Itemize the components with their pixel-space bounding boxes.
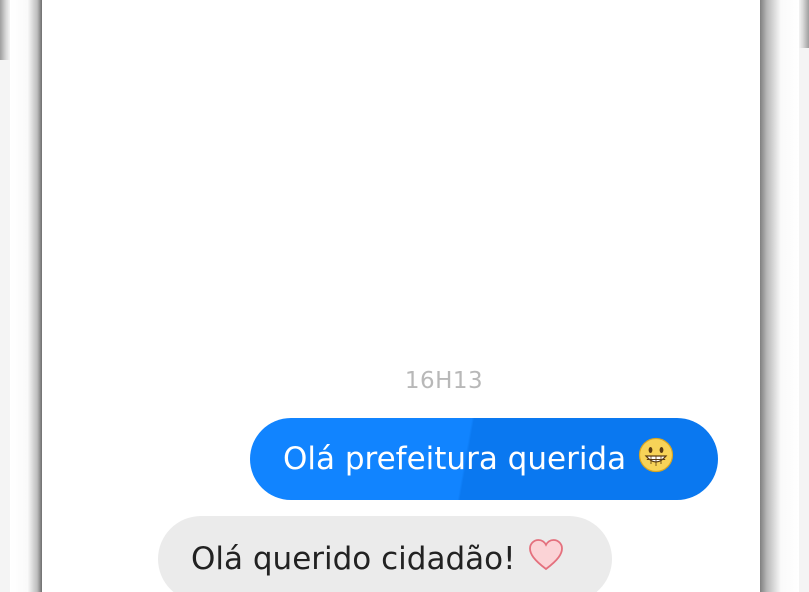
sent-message-text: Olá prefeitura querida: [283, 441, 627, 477]
sent-message-bubble[interactable]: Olá prefeitura querida: [250, 418, 718, 500]
received-message-text: Olá querido cidadão!: [191, 541, 516, 577]
message-timestamp: 16H13: [404, 368, 484, 394]
heart-icon: [528, 538, 564, 580]
phone-frame-left: [10, 0, 42, 592]
phone-frame-right: [759, 0, 799, 592]
background-shadow-left: [0, 0, 10, 60]
received-message-bubble[interactable]: Olá querido cidadão!: [158, 516, 612, 592]
phone-photo: 16H13 Olá prefeitura querida Olá querido…: [0, 0, 809, 592]
grinning-face-icon: [638, 437, 674, 481]
background-shadow-right: [799, 0, 809, 48]
chat-screen[interactable]: 16H13 Olá prefeitura querida Olá querido…: [42, 0, 760, 592]
